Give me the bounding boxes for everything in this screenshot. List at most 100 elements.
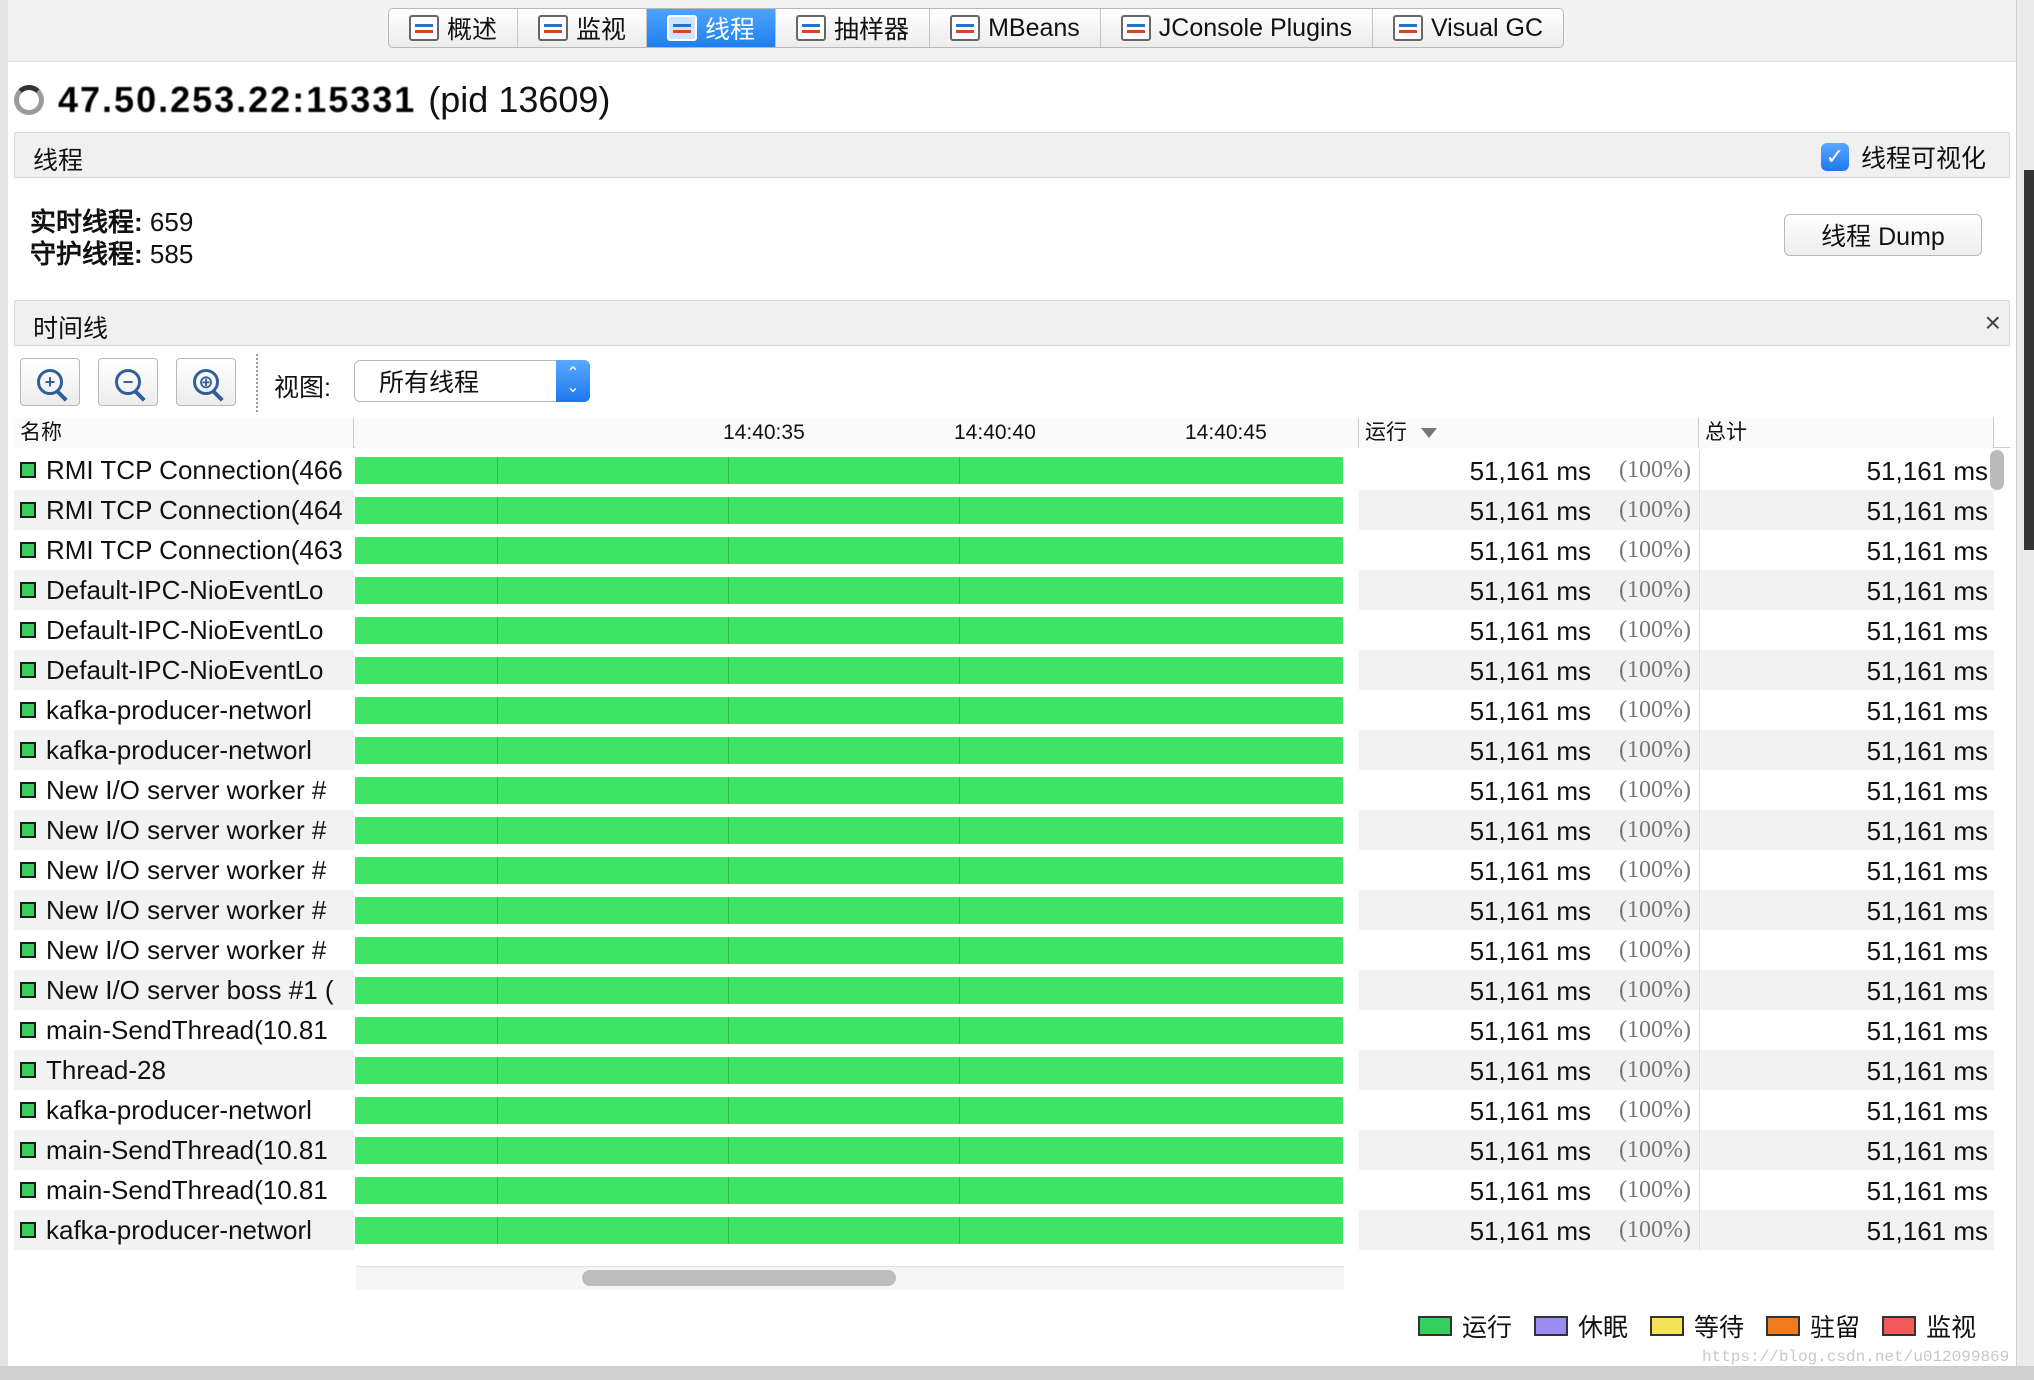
- thread-name: Default-IPC-NioEventLo: [46, 574, 324, 605]
- legend-item: 驻留: [1766, 1308, 1860, 1344]
- tab-mbeans[interactable]: MBeans: [930, 9, 1101, 47]
- tab-label: 概述: [447, 16, 498, 44]
- run-time-cell: 51,161 ms (100%): [1359, 1170, 1699, 1210]
- table-row[interactable]: New I/O server boss #1 (51,161 ms (100%) 5…: [14, 970, 2010, 1010]
- thread-name-cell: kafka-producer-networl: [14, 730, 354, 770]
- total-time-cell: 51,161 ms: [1699, 970, 1994, 1010]
- select-arrows-icon[interactable]: ⌃ ⌄: [556, 360, 590, 402]
- timeline-gridline: [728, 857, 729, 884]
- view-select[interactable]: 所有线程 ⌃ ⌄: [354, 360, 590, 402]
- legend-label: 监视: [1926, 1314, 1977, 1342]
- run-time-cell: 51,161 ms (100%): [1359, 970, 1699, 1010]
- time-tick: 14:40:40: [954, 421, 1036, 444]
- thread-state-running-icon: [20, 702, 36, 718]
- run-time-percent: (100%): [1619, 1017, 1691, 1043]
- timeline-gridline: [959, 577, 960, 604]
- table-row[interactable]: New I/O server worker #51,161 ms (100%) 51…: [14, 930, 2010, 970]
- total-time-value: 51,161 ms: [1866, 656, 1988, 686]
- thread-name-cell: main-SendThread(10.81: [14, 1170, 354, 1210]
- table-row[interactable]: kafka-producer-networl 51,161 ms (100%) 51,…: [14, 730, 2010, 770]
- table-row[interactable]: main-SendThread(10.81 51,161 ms (100%) 51,1…: [14, 1170, 2010, 1210]
- timeline-gridline: [728, 777, 729, 804]
- table-row[interactable]: kafka-producer-networl 51,161 ms (100%) 51,…: [14, 690, 2010, 730]
- thread-name: New I/O server worker #: [46, 854, 327, 885]
- table-row[interactable]: Default-IPC-NioEventLo 51,161 ms (100%) 51,…: [14, 570, 2010, 610]
- total-time-cell: 51,161 ms: [1699, 850, 1994, 890]
- timeline-horizontal-scrollbar-thumb[interactable]: [582, 1270, 896, 1286]
- tab-monitor-chart[interactable]: 监视: [518, 9, 648, 47]
- column-header-run[interactable]: 运行: [1359, 418, 1699, 448]
- total-time-cell: 51,161 ms: [1699, 610, 1994, 650]
- thread-name: main-SendThread(10.81: [46, 1134, 328, 1165]
- table-row[interactable]: kafka-producer-networl 51,161 ms (100%) 51,…: [14, 1210, 2010, 1250]
- thread-name: RMI TCP Connection(463: [46, 534, 343, 565]
- thread-state-running-icon: [20, 1142, 36, 1158]
- table-row[interactable]: kafka-producer-networl 51,161 ms (100%) 51,…: [14, 1090, 2010, 1130]
- table-row[interactable]: New I/O server worker #51,161 ms (100%) 51…: [14, 770, 2010, 810]
- total-time-value: 51,161 ms: [1866, 856, 1988, 886]
- table-row[interactable]: New I/O server worker # 51,161 ms (100%) 51…: [14, 850, 2010, 890]
- table-row[interactable]: RMI TCP Connection(464 51,161 ms (100%) 51,…: [14, 490, 2010, 530]
- zoom-out-button[interactable]: −: [98, 358, 158, 406]
- run-time-cell: 51,161 ms (100%): [1359, 1010, 1699, 1050]
- zoom-fit-button[interactable]: ⊕: [176, 358, 236, 406]
- table-row[interactable]: New I/O server worker #51,161 ms (100%) 51…: [14, 890, 2010, 930]
- legend-swatch: [1766, 1316, 1801, 1336]
- table-vertical-scrollbar-thumb[interactable]: [1990, 450, 2004, 490]
- checkmark-icon[interactable]: ✓: [1821, 143, 1849, 171]
- total-time-value: 51,161 ms: [1866, 456, 1988, 486]
- tab-sampler[interactable]: 抽样器: [776, 9, 931, 47]
- table-row[interactable]: RMI TCP Connection(466 51,161 ms (100%) 51,…: [14, 450, 2010, 490]
- sort-descending-icon: [1421, 428, 1437, 439]
- outer-scrollbar-thumb[interactable]: [2024, 170, 2034, 550]
- run-time-percent: (100%): [1619, 937, 1691, 963]
- timeline-gridline: [497, 617, 498, 644]
- time-tick: 14:40:35: [723, 421, 805, 444]
- thread-visualization-checkbox[interactable]: ✓ 线程可视化: [1821, 139, 1986, 175]
- timeline-toolbar: + − ⊕ 视图: 所有线程 ⌃ ⌄: [14, 350, 2010, 414]
- column-header-timeline[interactable]: 14:40:35 14:40:40 14:40:45: [355, 418, 1359, 448]
- timeline-gridline: [497, 577, 498, 604]
- column-header-total[interactable]: 总计: [1699, 418, 1994, 448]
- timeline-gridline: [497, 1097, 498, 1124]
- tab-threads[interactable]: 线程: [647, 9, 777, 47]
- timeline-gridline: [959, 857, 960, 884]
- table-row[interactable]: Default-IPC-NioEventLo 51,161 ms (100%) 51,…: [14, 610, 2010, 650]
- table-row[interactable]: New I/O server worker #51,161 ms (100%) 51…: [14, 810, 2010, 850]
- thread-name-cell: Default-IPC-NioEventLo: [14, 650, 354, 690]
- table-row[interactable]: main-SendThread(10.81 51,161 ms (100%) 51,1…: [14, 1010, 2010, 1050]
- table-row[interactable]: Default-IPC-NioEventLo 51,161 ms (100%) 51,…: [14, 650, 2010, 690]
- run-time-cell: 51,161 ms (100%): [1359, 770, 1699, 810]
- run-time-cell: 51,161 ms (100%): [1359, 850, 1699, 890]
- tab-jconsole-plugins[interactable]: JConsole Plugins: [1101, 9, 1373, 47]
- run-time-percent: (100%): [1619, 657, 1691, 683]
- column-header-name[interactable]: 名称: [14, 418, 354, 448]
- thread-name-cell: kafka-producer-networl: [14, 690, 354, 730]
- table-row[interactable]: main-SendThread(10.81 51,161 ms (100%) 51,1…: [14, 1130, 2010, 1170]
- tab-overview[interactable]: 概述: [389, 9, 519, 47]
- timeline-gridline: [959, 457, 960, 484]
- run-time-percent: (100%): [1619, 897, 1691, 923]
- run-time-percent: (100%): [1619, 1217, 1691, 1243]
- thread-name: New I/O server worker #: [46, 894, 327, 925]
- timeline-gridline: [497, 1017, 498, 1044]
- run-time-cell: 51,161 ms (100%): [1359, 690, 1699, 730]
- total-time-cell: 51,161 ms: [1699, 730, 1994, 770]
- table-row[interactable]: RMI TCP Connection(463 51,161 ms (100%) 51,…: [14, 530, 2010, 570]
- run-time-percent: (100%): [1619, 1097, 1691, 1123]
- timeline-gridline: [497, 537, 498, 564]
- thread-dump-button[interactable]: 线程 Dump: [1784, 214, 1982, 256]
- thread-name: Default-IPC-NioEventLo: [46, 654, 324, 685]
- thread-name-cell: New I/O server worker #: [14, 850, 354, 890]
- zoom-in-button[interactable]: +: [20, 358, 80, 406]
- total-time-cell: 51,161 ms: [1699, 810, 1994, 850]
- tab-visual-gc[interactable]: Visual GC: [1373, 9, 1563, 47]
- daemon-threads-label: 守护线程:: [30, 239, 143, 269]
- tab-label: MBeans: [988, 13, 1080, 42]
- zoom-in-icon: +: [37, 369, 63, 395]
- close-icon[interactable]: ×: [1985, 307, 2001, 339]
- thread-timeline-bar: [355, 497, 1343, 524]
- sampler-icon: [796, 15, 827, 41]
- thread-name: Thread-28: [46, 1054, 166, 1085]
- table-row[interactable]: Thread-28 51,161 ms (100%) 51,161 ms: [14, 1050, 2010, 1090]
